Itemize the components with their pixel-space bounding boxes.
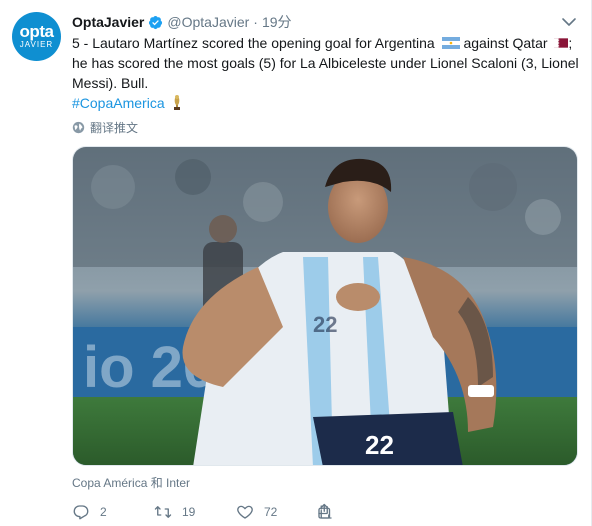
verified-badge-icon — [149, 15, 163, 29]
hashtag-link[interactable]: #CopaAmerica — [72, 95, 165, 111]
tweet-photo[interactable]: io 203 22 22 — [72, 146, 578, 466]
trophy-icon — [173, 95, 180, 110]
avatar-sub: JAVIER — [19, 40, 54, 49]
argentina-flag-icon — [441, 37, 460, 49]
like-count: 72 — [264, 505, 278, 519]
heart-icon — [237, 505, 253, 519]
tweet-header: OptaJavier @OptaJavier · 19分 — [72, 12, 292, 32]
author-name[interactable]: OptaJavier — [72, 14, 144, 30]
avatar-brand: opta — [19, 22, 54, 41]
tweet: opta JAVIER OptaJavier @OptaJavier · 19分… — [0, 0, 592, 526]
globe-icon — [72, 121, 85, 134]
reply-count: 2 — [100, 505, 107, 519]
tweet-timestamp[interactable]: 19分 — [262, 12, 292, 32]
share-icon — [318, 503, 332, 519]
jersey-number: 22 — [365, 430, 394, 460]
translate-tweet[interactable]: 翻译推文 — [72, 119, 138, 136]
qatar-flag-icon — [554, 38, 569, 48]
tweet-actions: 2 19 72 — [72, 501, 356, 523]
chevron-down-icon[interactable] — [561, 14, 577, 30]
reply-icon — [73, 505, 89, 520]
separator-dot: · — [253, 14, 258, 30]
retweet-count: 19 — [182, 505, 196, 519]
tweet-text-part1: 5 - Lautaro Martínez scored the opening … — [72, 35, 435, 51]
translate-label: 翻译推文 — [90, 121, 139, 135]
photo-caption[interactable]: Copa América 和 Inter — [72, 474, 190, 491]
reply-button[interactable]: 2 — [72, 503, 154, 521]
like-button[interactable]: 72 — [236, 503, 316, 521]
author-handle[interactable]: @OptaJavier — [167, 14, 249, 30]
player-photo: io 203 22 22 — [73, 147, 577, 465]
hashtag-line: #CopaAmerica — [72, 93, 183, 113]
shirt-number: 22 — [313, 312, 337, 337]
tweet-text: 5 - Lautaro Martínez scored the opening … — [72, 33, 580, 93]
avatar[interactable]: opta JAVIER — [12, 12, 61, 61]
share-button[interactable] — [316, 503, 356, 521]
tweet-text-part2: against Qatar — [459, 35, 548, 51]
retweet-icon — [154, 506, 172, 518]
retweet-button[interactable]: 19 — [154, 503, 236, 521]
